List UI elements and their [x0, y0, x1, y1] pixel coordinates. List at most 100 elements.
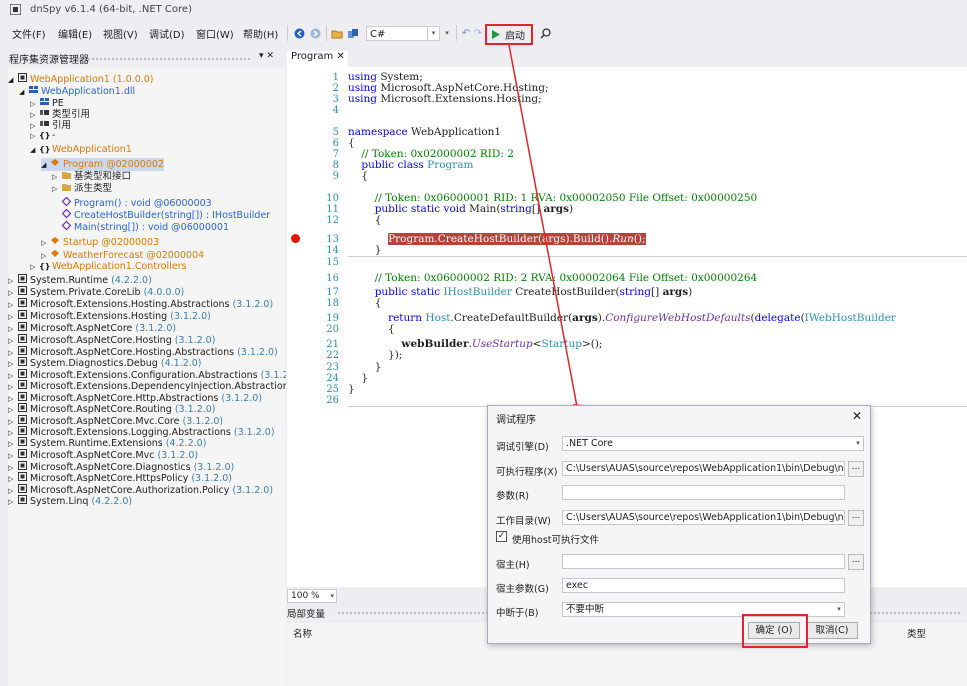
menu-view[interactable]: 视图(V): [103, 26, 138, 41]
assembly-icon: [17, 286, 27, 298]
expanded-arrow-icon[interactable]: ◢: [41, 160, 50, 171]
engine-label: 调试引擎(D): [496, 442, 549, 453]
expanded-arrow-icon[interactable]: ◢: [30, 145, 39, 156]
explorer-pin-close[interactable]: ▾ ✕: [259, 51, 274, 61]
tree-node[interactable]: ▷{} WebApplication1.Controllers: [30, 261, 187, 273]
ns-icon: {}: [39, 131, 51, 140]
back-icon[interactable]: [292, 25, 306, 41]
dnspy-logo-icon: [10, 4, 21, 15]
tree-node-label: Program() : void: [74, 198, 151, 209]
code-line-14: }: [348, 244, 382, 256]
ok-button-annotation: [742, 614, 808, 648]
tree-node[interactable]: Program() : void @06000003: [52, 196, 212, 209]
menu-window[interactable]: 窗口(W): [196, 26, 234, 41]
tree-node-detail: (3.1.2.0): [154, 450, 199, 461]
assembly-icon: [17, 472, 27, 484]
locals-col-type[interactable]: 类型: [907, 626, 926, 640]
tree-node-label: Microsoft.Extensions.DependencyInjection…: [30, 381, 286, 392]
exe-path-input[interactable]: C:\Users\AUAS\source\repos\WebApplicatio…: [562, 461, 845, 476]
assembly-icon: [17, 298, 27, 310]
use-host-checkbox[interactable]: ✓: [496, 531, 507, 542]
tree-node[interactable]: ▷ Startup @02000003: [41, 236, 159, 249]
undo-icon[interactable]: ↶: [460, 25, 472, 41]
menu-edit[interactable]: 编辑(E): [58, 26, 92, 41]
code-line-22: });: [348, 349, 403, 361]
line-number: 10: [326, 193, 339, 204]
collapsed-arrow-icon[interactable]: ▷: [30, 262, 39, 273]
line-number: 18: [326, 298, 339, 309]
tree-node[interactable]: ▷ System.Linq (4.2.2.0): [8, 495, 132, 508]
tree-node-detail: (3.1.2.0): [229, 299, 274, 310]
args-label: 参数(R): [496, 491, 530, 502]
line-number: 25: [326, 384, 339, 395]
tree-node-detail: (4.0.0.0): [140, 287, 185, 298]
expanded-arrow-icon[interactable]: ◢: [8, 75, 17, 86]
tree-node[interactable]: Main(string[]) : void @06000001: [52, 220, 229, 233]
code-line-18: {: [348, 297, 382, 309]
tree-node-label: Microsoft.AspNetCore.HttpsPolicy: [30, 473, 189, 484]
tree-node-label: WebApplication1: [30, 74, 110, 85]
line-number: 5: [332, 127, 339, 138]
line-number-gutter[interactable]: 1 2 3 4 5 6 7 8 9 10 11 12 13 14 15 16 17 18 19 20 21 22 23 24 2…: [287, 67, 339, 587]
collapsed-arrow-icon[interactable]: ▷: [41, 238, 50, 249]
cancel-button[interactable]: 取消(C): [806, 622, 858, 639]
language-dropdown-arrow[interactable]: ▾: [442, 25, 452, 41]
code-line-17: public static IHostBuilder CreateHostBui…: [374, 286, 693, 298]
tab-program[interactable]: Program ✕: [287, 51, 348, 67]
workdir-browse-button[interactable]: ...: [848, 510, 864, 526]
tree-node-detail: (3.1.2.0): [218, 393, 263, 404]
menu-help[interactable]: 帮助(H): [243, 26, 278, 41]
tree-node-detail: (4.2.2.0): [88, 496, 133, 507]
menu-file[interactable]: 文件(F): [12, 26, 46, 41]
open-file-icon[interactable]: [330, 25, 344, 41]
line-number: 26: [326, 395, 339, 406]
collapsed-arrow-icon[interactable]: ▷: [52, 184, 61, 195]
tree-node[interactable]: ◢{} WebApplication1: [30, 144, 132, 156]
collapsed-arrow-icon[interactable]: ▷: [52, 172, 61, 183]
dialog-title: 调试程序: [496, 415, 536, 426]
assembly-explorer-tree[interactable]: ◢ WebApplication1 (1.0.0.0) ◢ WebApplicatio…: [8, 68, 286, 686]
method-icon: [61, 196, 71, 209]
tree-node[interactable]: ▷{} -: [30, 130, 55, 142]
folder-icon: [61, 183, 71, 194]
start-debug-button[interactable]: 启动: [485, 24, 533, 45]
tree-node-label: WeatherForecast: [63, 250, 144, 261]
line-number: 9: [332, 171, 339, 182]
engine-select[interactable]: .NET Core ▾: [562, 436, 864, 451]
line-number: 16: [326, 273, 339, 284]
host-input[interactable]: [562, 554, 845, 569]
search-icon[interactable]: [538, 25, 552, 41]
tree-node-detail: (3.1.2.0): [188, 473, 232, 484]
host-browse-button[interactable]: ...: [848, 554, 864, 570]
tree-node-label: System.Runtime: [30, 275, 109, 286]
locals-col-name[interactable]: 名称: [293, 626, 312, 640]
line-number: 11: [326, 204, 339, 215]
save-all-icon[interactable]: [346, 25, 360, 41]
host-args-input[interactable]: exec: [562, 578, 845, 593]
expanded-arrow-icon[interactable]: ◢: [19, 87, 28, 98]
language-select[interactable]: C# ▾: [366, 26, 440, 41]
collapsed-arrow-icon[interactable]: ▷: [8, 497, 17, 508]
tree-node[interactable]: ▷ 基类型和接口: [52, 171, 131, 183]
args-input[interactable]: [562, 485, 845, 500]
breakpoint-icon[interactable]: [291, 234, 300, 243]
tree-node-detail: (4.2.2.0): [108, 275, 152, 286]
tree-node[interactable]: CreateHostBuilder(string[]) : IHostBuild…: [52, 208, 270, 221]
menu-debug[interactable]: 调试(D): [149, 26, 185, 41]
line-number: 6: [332, 138, 339, 149]
tree-node[interactable]: ▷ 派生类型: [52, 183, 112, 195]
workdir-input[interactable]: C:\Users\AUAS\source\repos\WebApplicatio…: [562, 510, 845, 525]
tree-node[interactable]: ◢ Program @02000002: [41, 158, 164, 171]
code-line-9: {: [348, 170, 369, 182]
chevron-down-icon: ▾: [427, 27, 439, 40]
forward-icon[interactable]: [308, 25, 322, 41]
tree-node-label: 派生类型: [74, 183, 113, 194]
line-number: 19: [326, 313, 339, 324]
ns-icon: {}: [39, 262, 51, 271]
collapsed-arrow-icon[interactable]: ▷: [30, 131, 39, 142]
exe-browse-button[interactable]: ...: [848, 461, 864, 477]
zoom-select[interactable]: 100 % ▾: [287, 589, 337, 603]
line-number: 3: [332, 94, 339, 105]
close-icon[interactable]: ✕: [852, 409, 862, 423]
redo-icon[interactable]: ↷: [472, 25, 484, 41]
